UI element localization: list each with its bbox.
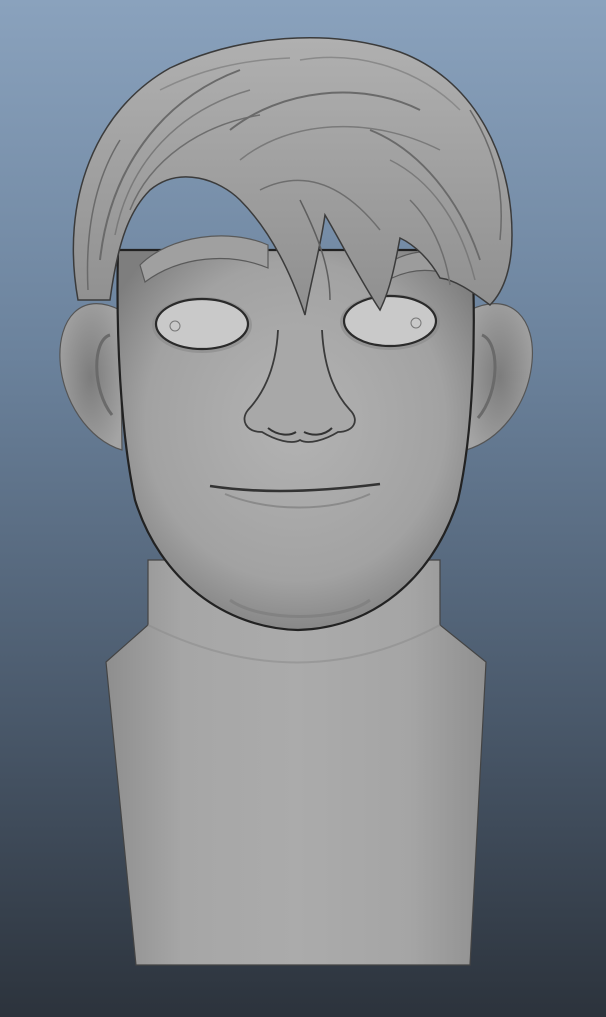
head-bust-model[interactable] (0, 0, 606, 1017)
left-ear (59, 303, 123, 451)
right-ear (465, 303, 534, 451)
right-eye (340, 294, 440, 350)
3d-viewport[interactable] (0, 0, 606, 1017)
left-eye (152, 297, 252, 353)
